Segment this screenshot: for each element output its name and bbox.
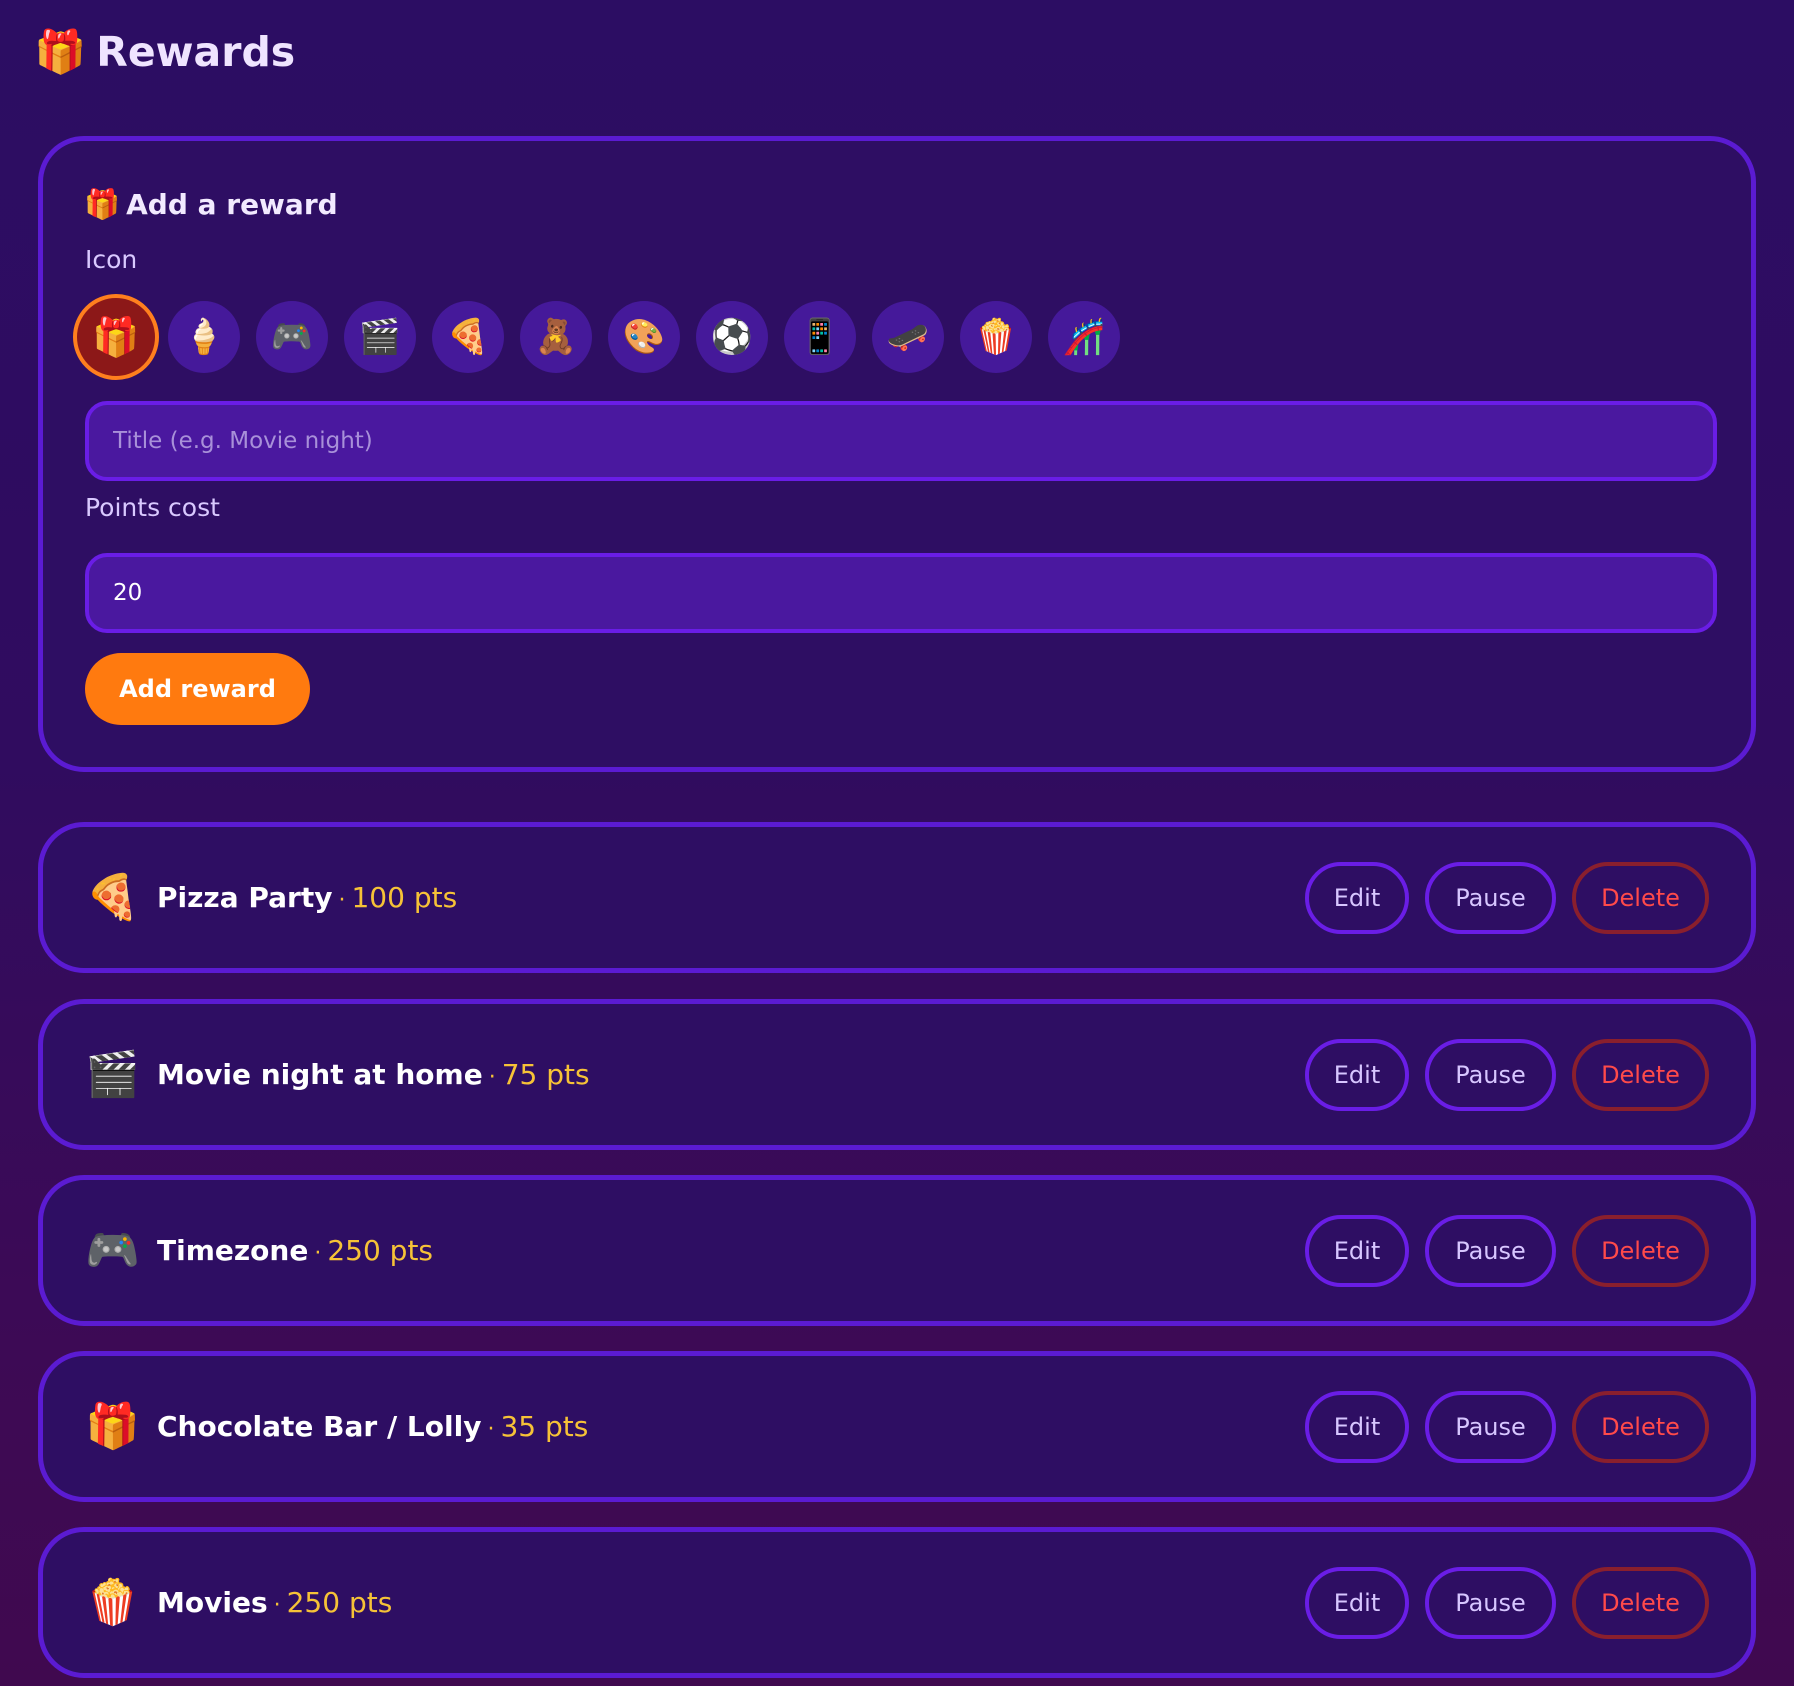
reward-cost: 100 pts	[351, 881, 458, 914]
gift-icon: 🎁	[85, 1400, 140, 1452]
gift-icon: 🎁	[34, 27, 87, 76]
delete-button[interactable]: Delete	[1572, 1038, 1709, 1111]
reward-item: 🎮 Timezone · 250 pts Edit Pause Delete	[38, 1175, 1756, 1326]
reward-item: 🍿 Movies · 250 pts Edit Pause Delete	[38, 1527, 1756, 1678]
reward-cost: 250 pts	[286, 1586, 393, 1619]
reward-title: Movies	[157, 1586, 268, 1619]
delete-button[interactable]: Delete	[1572, 861, 1709, 934]
reward-label: Chocolate Bar / Lolly · 35 pts	[157, 1410, 588, 1443]
edit-button[interactable]: Edit	[1305, 1214, 1409, 1287]
icon-option-popcorn-icon[interactable]: 🍿	[960, 301, 1032, 373]
reward-title: Movie night at home	[157, 1058, 483, 1091]
game-controller-icon: 🎮	[85, 1224, 140, 1276]
separator: ·	[314, 1241, 322, 1266]
title-input[interactable]	[85, 401, 1717, 481]
reward-item: 🎁 Chocolate Bar / Lolly · 35 pts Edit Pa…	[38, 1351, 1756, 1502]
separator: ·	[338, 888, 346, 913]
reward-cost: 75 pts	[501, 1058, 590, 1091]
icon-option-clapperboard-icon[interactable]: 🎬	[344, 301, 416, 373]
icon-option-pizza-icon[interactable]: 🍕	[432, 301, 504, 373]
clapperboard-icon: 🎬	[85, 1048, 140, 1100]
icon-option-teddy-bear-icon[interactable]: 🧸	[520, 301, 592, 373]
reward-actions: Edit Pause Delete	[1305, 1390, 1709, 1463]
icon-option-ice-cream-icon[interactable]: 🍦	[168, 301, 240, 373]
reward-cost: 250 pts	[327, 1234, 434, 1267]
reward-actions: Edit Pause Delete	[1305, 861, 1709, 934]
icon-option-soccer-ball-icon[interactable]: ⚽	[696, 301, 768, 373]
gift-icon: 🎁	[84, 187, 121, 221]
reward-title: Timezone	[157, 1234, 309, 1267]
add-reward-heading-text: Add a reward	[126, 188, 338, 221]
icon-label: Icon	[85, 245, 138, 274]
icon-option-gift-icon[interactable]: 🎁	[73, 294, 159, 380]
add-reward-card: 🎁 Add a reward Icon 🎁 🍦 🎮 🎬 🍕 🧸 🎨 ⚽ 📱 🛹 …	[38, 136, 1756, 772]
page-title: 🎁 Rewards	[34, 22, 295, 82]
delete-button[interactable]: Delete	[1572, 1214, 1709, 1287]
popcorn-icon: 🍿	[85, 1576, 140, 1628]
reward-label: Pizza Party · 100 pts	[157, 881, 457, 914]
delete-button[interactable]: Delete	[1572, 1566, 1709, 1639]
edit-button[interactable]: Edit	[1305, 1390, 1409, 1463]
delete-button[interactable]: Delete	[1572, 1390, 1709, 1463]
points-cost-label: Points cost	[85, 493, 220, 522]
edit-button[interactable]: Edit	[1305, 861, 1409, 934]
separator: ·	[488, 1065, 496, 1090]
edit-button[interactable]: Edit	[1305, 1038, 1409, 1111]
icon-option-roller-coaster-icon[interactable]: 🎢	[1048, 301, 1120, 373]
add-reward-button[interactable]: Add reward	[85, 653, 310, 725]
pause-button[interactable]: Pause	[1425, 1566, 1556, 1639]
reward-item: 🎬 Movie night at home · 75 pts Edit Paus…	[38, 999, 1756, 1150]
pizza-icon: 🍕	[85, 871, 140, 923]
pause-button[interactable]: Pause	[1425, 1038, 1556, 1111]
separator: ·	[273, 1593, 281, 1618]
pause-button[interactable]: Pause	[1425, 1214, 1556, 1287]
pause-button[interactable]: Pause	[1425, 1390, 1556, 1463]
add-reward-heading: 🎁 Add a reward	[84, 187, 338, 222]
reward-item: 🍕 Pizza Party · 100 pts Edit Pause Delet…	[38, 822, 1756, 973]
icon-option-phone-icon[interactable]: 📱	[784, 301, 856, 373]
edit-button[interactable]: Edit	[1305, 1566, 1409, 1639]
reward-label: Movie night at home · 75 pts	[157, 1058, 590, 1091]
reward-actions: Edit Pause Delete	[1305, 1038, 1709, 1111]
reward-cost: 35 pts	[500, 1410, 589, 1443]
icon-picker: 🎁 🍦 🎮 🎬 🍕 🧸 🎨 ⚽ 📱 🛹 🍿 🎢	[73, 294, 1120, 380]
pause-button[interactable]: Pause	[1425, 861, 1556, 934]
icon-option-skateboard-icon[interactable]: 🛹	[872, 301, 944, 373]
separator: ·	[487, 1417, 495, 1442]
reward-title: Pizza Party	[157, 881, 333, 914]
icon-option-palette-icon[interactable]: 🎨	[608, 301, 680, 373]
reward-title: Chocolate Bar / Lolly	[157, 1410, 482, 1443]
icon-option-game-controller-icon[interactable]: 🎮	[256, 301, 328, 373]
reward-label: Movies · 250 pts	[157, 1586, 392, 1619]
reward-actions: Edit Pause Delete	[1305, 1214, 1709, 1287]
points-cost-input[interactable]	[85, 553, 1717, 633]
page-title-text: Rewards	[96, 28, 296, 76]
reward-actions: Edit Pause Delete	[1305, 1566, 1709, 1639]
reward-label: Timezone · 250 pts	[157, 1234, 433, 1267]
